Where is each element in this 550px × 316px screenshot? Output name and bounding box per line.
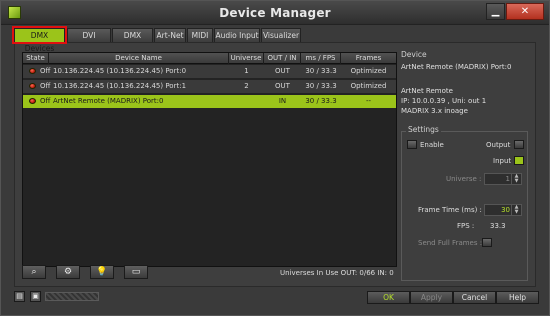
spin-arrows-icon[interactable]: ▲ ▼ [511,205,521,215]
row-device-name: ArtNet Remote (MADRIX) Port:0 [53,97,164,105]
window-title: Device Manager [219,6,331,20]
ok-button[interactable]: OK [367,291,410,304]
row-frames: Optimized [350,67,387,75]
cancel-button[interactable]: Cancel [453,291,496,304]
row-ms-fps: 30 / 33.3 [305,67,337,75]
frame-time-label: Frame Time (ms) : [418,206,482,214]
device-side-panel: Device ArtNet Remote (MADRIX) Port:0 Art… [401,49,531,281]
device-info-line2: IP: 10.0.0.39 , Uni: out 1 [401,97,487,105]
row-frames: Optimized [350,82,387,90]
frame-time-spinbox[interactable]: 30 ▲ ▼ [484,204,522,216]
header-frames[interactable]: Frames [341,53,396,64]
device-info-line3: MADRIX 3.x inoage [401,107,468,115]
monitor-icon: ▭ [131,267,141,277]
table-row[interactable]: Off 10.136.224.45 (10.136.224.45) Port:0… [23,65,396,79]
identify-button[interactable]: 💡 [90,265,114,279]
table-row-selected[interactable]: Off ArtNet Remote (MADRIX) Port:0 IN 30 … [23,95,396,109]
row-universe: 1 [244,67,249,75]
folder-icon[interactable]: ▤ [14,291,25,302]
header-device-name[interactable]: Device Name [49,53,229,64]
fps-label: FPS : [457,222,475,230]
state-off-icon [29,83,36,89]
title-bar[interactable]: Device Manager ▁ ✕ [1,1,549,25]
apply-button[interactable]: Apply [410,291,453,304]
enable-label: Enable [420,141,444,149]
settings-section-label: Settings [406,125,441,134]
table-row[interactable]: Off 10.136.224.45 (10.136.224.45) Port:1… [23,80,396,94]
table-header: State Device Name Universe OUT / IN ms /… [23,53,396,64]
device-manager-window: Device Manager ▁ ✕ DMX Devices DVI Devic… [0,0,550,316]
tab-dmx-devices[interactable]: DMX Devices [12,26,67,53]
device-settings-button[interactable]: ⚙ [56,265,80,279]
input-label: Input [493,157,512,165]
universe-label: Universe : [446,175,482,183]
universe-value: 1 [505,175,510,183]
row-state: Off [40,67,51,75]
settings-group: Enable Output Input Universe : 1 ▲ ▼ Fram… [401,131,528,281]
output-toggle[interactable] [514,140,524,149]
lightbulb-icon: 💡 [96,267,108,277]
header-universe[interactable]: Universe [229,53,264,64]
row-ms-fps: 30 / 33.3 [305,97,337,105]
row-device-name: 10.136.224.45 (10.136.224.45) Port:0 [53,67,187,75]
close-button[interactable]: ✕ [506,3,544,20]
tab-audio-input[interactable]: Audio Input [214,28,260,42]
monitor-button[interactable]: ▭ [124,265,148,279]
tab-visualizer[interactable]: Visualizer [261,28,301,42]
row-direction: OUT [275,67,290,75]
search-icon: ⌕ [31,267,37,277]
input-toggle[interactable] [514,156,524,165]
universe-spinbox[interactable]: 1 ▲ ▼ [484,173,522,185]
enable-toggle[interactable] [407,140,417,149]
fps-value: 33.3 [490,222,506,230]
tab-dvi-devices[interactable]: DVI Devices [67,28,111,53]
row-state: Off [40,97,51,105]
row-direction: IN [278,97,287,105]
row-frames: -- [365,97,372,105]
row-direction: OUT [275,82,290,90]
row-device-name: 10.136.224.45 (10.136.224.45) Port:1 [53,82,187,90]
state-off-icon [29,68,36,74]
universes-in-use: Universes In Use OUT: 0/66 IN: 0 [280,269,394,277]
frame-time-value: 30 [501,206,510,214]
row-ms-fps: 30 / 33.3 [305,82,337,90]
dmx-devices-panel: State Device Name Universe OUT / IN ms /… [14,42,536,287]
send-full-frames-toggle[interactable] [482,238,492,247]
header-out-in[interactable]: OUT / IN [264,53,301,64]
help-button[interactable]: Help [496,291,539,304]
device-info-line1: ArtNet Remote [401,87,453,95]
row-universe: 2 [244,82,249,90]
progress-indicator [45,292,99,301]
spin-arrows-icon[interactable]: ▲ ▼ [511,174,521,184]
device-section-label: Device [401,50,427,59]
gear-icon: ⚙ [63,267,73,277]
search-devices-button[interactable]: ⌕ [22,265,46,279]
device-table[interactable]: State Device Name Universe OUT / IN ms /… [22,52,397,267]
device-title: ArtNet Remote (MADRIX) Port:0 [401,63,512,71]
save-icon[interactable]: ▣ [30,291,41,302]
state-off-icon [29,98,36,104]
send-full-frames-label: Send Full Frames : [418,239,483,247]
row-universe [229,95,264,109]
tab-dmx-input[interactable]: DMX Input [112,28,153,53]
header-ms-fps[interactable]: ms / FPS [301,53,341,64]
minimize-button[interactable]: ▁ [486,3,505,20]
tab-midi[interactable]: MIDI [187,28,213,42]
tab-art-net[interactable]: Art-Net [154,28,186,42]
row-state: Off [40,82,51,90]
output-label: Output [486,141,511,149]
